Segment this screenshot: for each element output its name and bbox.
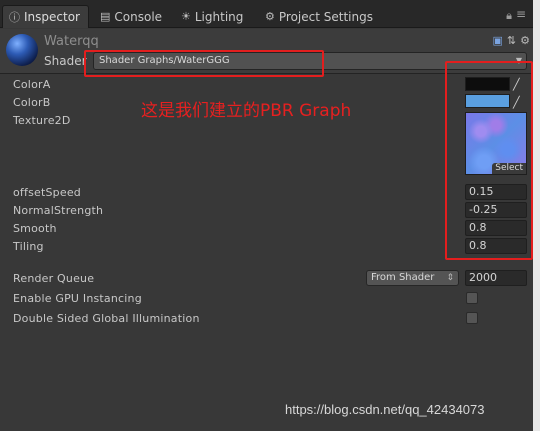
tab-project-settings-label: Project Settings (278, 9, 373, 24)
menu-icon[interactable]: ≡ (516, 7, 526, 21)
tab-inspector-label: Inspector (24, 10, 80, 24)
settings-gear-icon[interactable]: ⚙ (520, 34, 530, 47)
lightbulb-icon: ☀ (181, 10, 191, 23)
texture2d-label: Texture2D (13, 114, 71, 127)
lock-icon[interactable]: 🔒︎ (506, 9, 512, 23)
adjacent-window-edge (533, 0, 540, 431)
header-icons: ▣ ⇅ ⚙ (493, 34, 531, 47)
help-book-icon[interactable]: ▣ (493, 34, 503, 47)
info-icon: ⓘ (9, 11, 20, 24)
annotation-text: 这是我们建立的PBR Graph (141, 101, 352, 121)
editor-tab-bar: ⓘ Inspector ▤ Console ☀ Lighting ⚙ Proje… (0, 0, 540, 28)
material-name: Waterqq (44, 34, 99, 49)
normalStrength-label: NormalStrength (13, 204, 104, 217)
tab-lighting[interactable]: ☀ Lighting (181, 5, 243, 28)
double-sided-gi-label: Double Sided Global Illumination (13, 312, 200, 325)
colorA-label: ColorA (13, 78, 51, 91)
gear-icon: ⚙ (265, 10, 275, 23)
offsetSpeed-label: offsetSpeed (13, 186, 81, 199)
preset-icon[interactable]: ⇅ (507, 34, 516, 47)
render-queue-mode: From Shader (371, 272, 435, 283)
tab-console-label: Console (114, 9, 163, 24)
smooth-label: Smooth (13, 222, 57, 235)
material-preview-sphere (6, 34, 38, 66)
watermark: https://blog.csdn.net/qq_42434073 (285, 402, 485, 417)
render-queue-dropdown[interactable]: From Shader ⇕ (366, 270, 459, 286)
gpu-instancing-checkbox[interactable] (466, 292, 478, 304)
tab-console[interactable]: ▤ Console (100, 5, 162, 28)
updown-icon: ⇕ (446, 273, 454, 283)
tab-inspector[interactable]: ⓘ Inspector (2, 5, 89, 28)
shader-label: Shader (44, 54, 87, 68)
shader-highlight-box (84, 50, 324, 77)
tab-project-settings[interactable]: ⚙ Project Settings (265, 5, 373, 28)
tiling-label: Tiling (13, 240, 44, 253)
render-queue-label: Render Queue (13, 272, 95, 285)
double-sided-gi-checkbox[interactable] (466, 312, 478, 324)
properties-highlight-box (445, 61, 533, 260)
gpu-instancing-label: Enable GPU Instancing (13, 292, 142, 305)
colorB-label: ColorB (13, 96, 51, 109)
tab-lighting-label: Lighting (194, 9, 244, 24)
render-queue-field[interactable]: 2000 (465, 270, 527, 286)
console-icon: ▤ (100, 10, 111, 23)
